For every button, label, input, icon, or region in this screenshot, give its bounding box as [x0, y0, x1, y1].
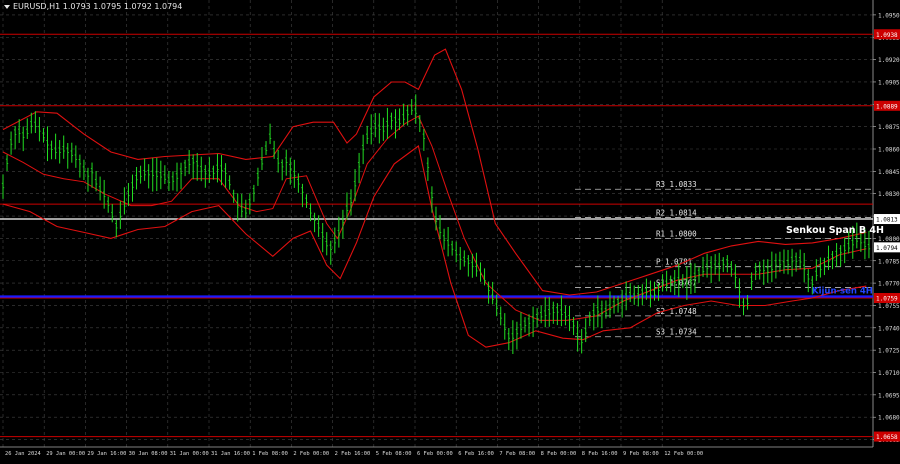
bollinger-upper-band — [2, 48, 867, 296]
pivot-label: R3 1.0833 — [656, 180, 697, 189]
y-tick-label: 1.0800 — [878, 236, 900, 243]
x-tick-label: 30 Jan 08:00 — [129, 451, 168, 457]
x-tick-label: 1 Feb 08:00 — [252, 451, 288, 457]
pivot-label: R2 1.0814 — [656, 209, 697, 218]
x-tick-label: 6 Feb 00:00 — [417, 451, 453, 457]
chart-canvas: 1.09501.09351.09201.09051.08901.08751.08… — [0, 0, 900, 457]
x-tick-label: 31 Jan 16:00 — [211, 451, 250, 457]
x-tick-label: 9 Feb 08:00 — [623, 451, 659, 457]
y-tick-label: 1.0695 — [878, 392, 900, 399]
x-tick-label: 29 Jan 16:00 — [87, 451, 126, 457]
x-tick-label: 6 Feb 16:00 — [458, 451, 494, 457]
x-tick-label: 8 Feb 16:00 — [582, 451, 618, 457]
price-label-text: 1.0658 — [876, 434, 898, 441]
x-tick-label: 7 Feb 08:00 — [499, 451, 535, 457]
x-tick-label: 31 Jan 00:00 — [170, 451, 209, 457]
y-tick-label: 1.0920 — [878, 57, 900, 64]
pivot-label: R1 1.0800 — [656, 229, 697, 238]
kijun-label: Kijun-sen 4H — [812, 287, 873, 297]
y-tick-label: 1.0710 — [878, 370, 900, 377]
chart-header: EURUSD,H1 1.0793 1.0795 1.0792 1.0794 — [4, 2, 182, 11]
x-tick-label: 8 Feb 00:00 — [541, 451, 577, 457]
price-label-text: 1.0813 — [876, 217, 898, 224]
y-tick-label: 1.0950 — [878, 12, 900, 19]
x-tick-label: 12 Feb 00:00 — [664, 451, 703, 457]
y-tick-label: 1.0845 — [878, 169, 900, 176]
y-tick-label: 1.0740 — [878, 325, 900, 332]
price-chart[interactable]: 1.09501.09351.09201.09051.08901.08751.08… — [0, 0, 900, 460]
price-label-text: 1.0794 — [876, 245, 898, 252]
y-tick-label: 1.0830 — [878, 191, 900, 198]
y-tick-label: 1.0680 — [878, 415, 900, 422]
price-label-text: 1.0938 — [876, 32, 898, 39]
y-tick-label: 1.0770 — [878, 281, 900, 288]
y-tick-label: 1.0755 — [878, 303, 900, 310]
x-tick-label: 5 Feb 08:00 — [376, 451, 412, 457]
senkou-label: Senkou Span B 4H — [786, 225, 884, 236]
y-tick-label: 1.0860 — [878, 147, 900, 154]
pivot-label: P 1.0781 — [656, 258, 692, 267]
x-tick-label: 2 Feb 00:00 — [293, 451, 329, 457]
x-tick-label: 26 Jan 2024 — [5, 451, 41, 457]
x-tick-label: 29 Jan 00:00 — [46, 451, 85, 457]
y-tick-label: 1.0725 — [878, 348, 900, 355]
y-tick-label: 1.0905 — [878, 79, 900, 86]
y-tick-label: 1.0875 — [878, 124, 900, 131]
x-tick-label: 2 Feb 16:00 — [335, 451, 371, 457]
dropdown-triangle-icon[interactable] — [4, 4, 10, 9]
y-tick-label: 1.0785 — [878, 258, 900, 265]
pivot-label: S3 1.0734 — [656, 328, 697, 337]
chart-title: EURUSD,H1 1.0793 1.0795 1.0792 1.0794 — [13, 2, 183, 11]
price-label-text: 1.0889 — [876, 103, 898, 110]
price-label-text: 1.0759 — [876, 296, 898, 303]
